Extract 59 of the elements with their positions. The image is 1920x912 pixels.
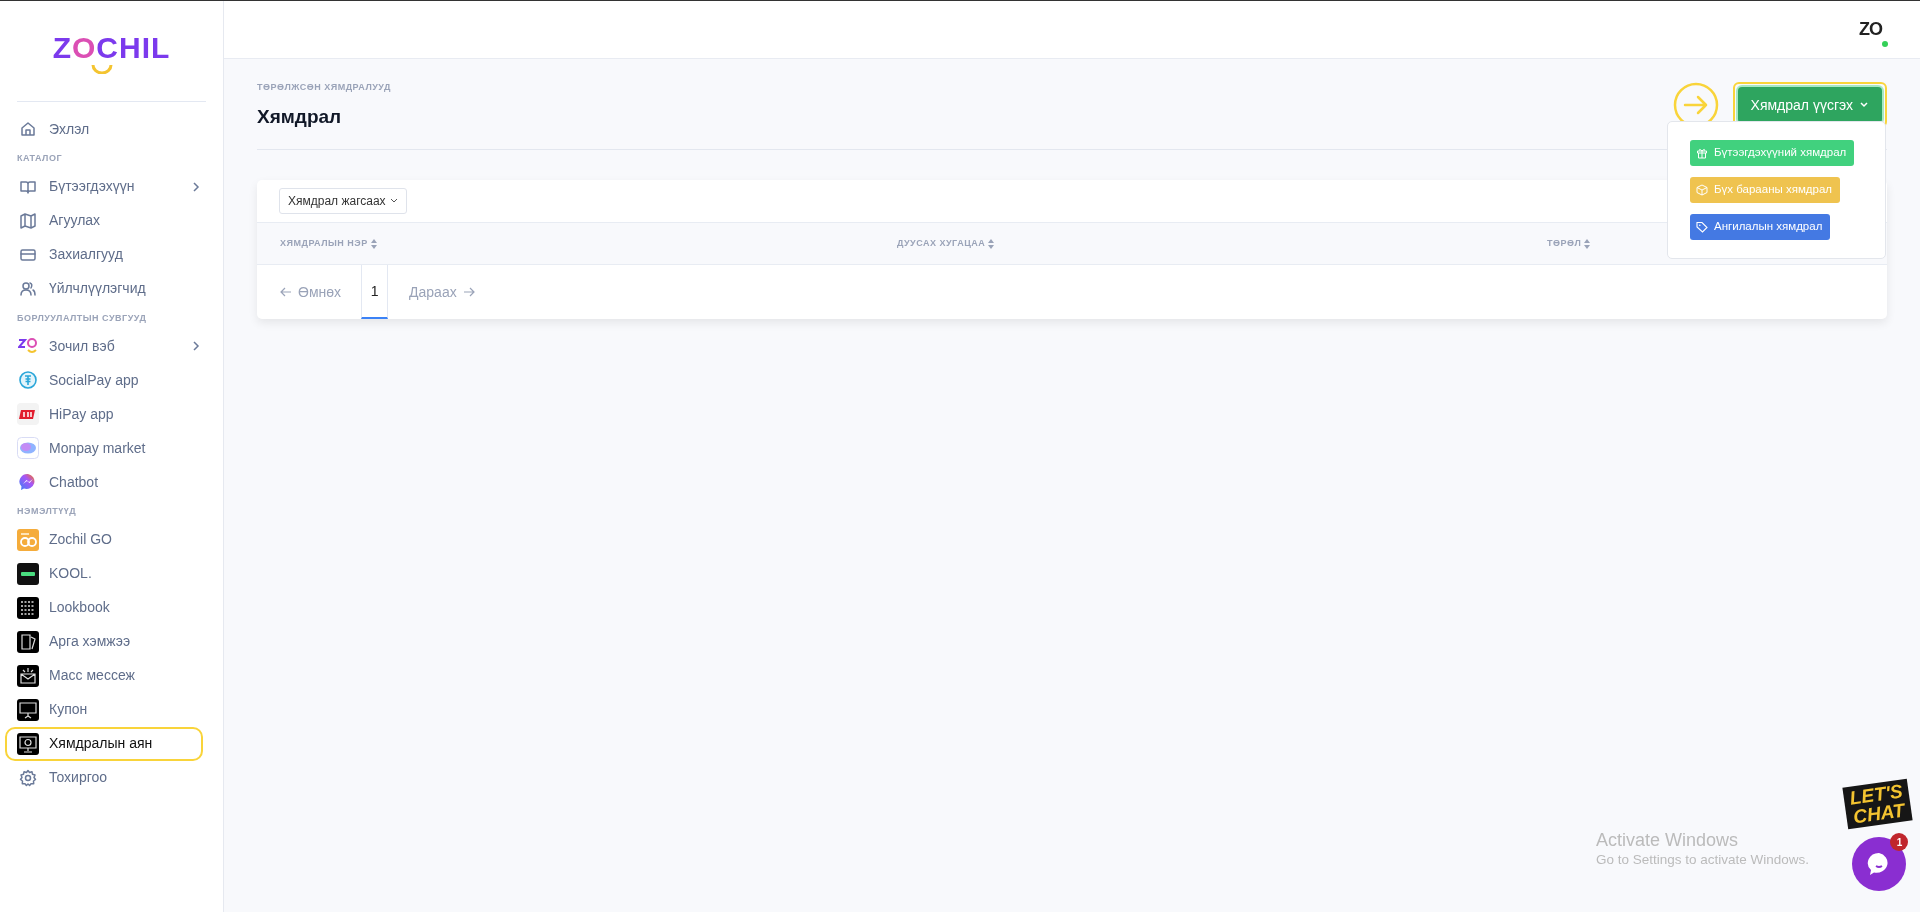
- lets-chat-sticker: LET'S CHAT: [1842, 778, 1913, 830]
- zochil-logo: ZOCHIL: [52, 32, 171, 74]
- sidebar-item[interactable]: Chatbot: [0, 465, 223, 499]
- sidebar-item[interactable]: KOOL.: [0, 556, 223, 591]
- cloud-app-icon: [17, 437, 39, 459]
- sidebar-item[interactable]: Масс мессеж: [0, 658, 223, 693]
- sidebar-item[interactable]: Monpay market: [0, 431, 223, 465]
- presentation-icon: [17, 698, 39, 721]
- dark-app-icon: [17, 562, 39, 585]
- create-discount-button[interactable]: Хямдрал үүсгэх: [1737, 87, 1882, 123]
- sidebar-item[interactable]: Zochil GO: [0, 522, 223, 557]
- sidebar-item[interactable]: Lookbook: [0, 590, 223, 625]
- hipay-app-icon: [17, 403, 39, 425]
- page-title: Хямдрал: [257, 104, 343, 129]
- sort-icon[interactable]: [1584, 238, 1591, 249]
- section-heading: КАТАЛОГ: [16, 152, 63, 165]
- sidebar-item[interactable]: Агуулах: [0, 203, 223, 238]
- settings-icon: [19, 768, 37, 787]
- page-number[interactable]: 1: [361, 265, 389, 319]
- sidebar-item[interactable]: Арга хэмжээ: [0, 624, 223, 659]
- sidebar-item[interactable]: Хямдралын аян: [0, 726, 223, 761]
- menu-option-button[interactable]: Ангилалын хямдрал: [1690, 214, 1831, 240]
- tag-icon: [1696, 221, 1708, 233]
- sidebar-item[interactable]: Эхлэл: [0, 112, 223, 146]
- account-logo[interactable]: ZO: [1859, 19, 1882, 39]
- map-icon: [19, 211, 37, 230]
- users-icon: [19, 279, 37, 298]
- section-heading: НЭМЭЛТҮҮД: [16, 505, 78, 518]
- sidebar-item[interactable]: HiPay app: [0, 397, 223, 431]
- section-heading: БОРЛУУЛАЛТЫН СУВГУУД: [16, 311, 148, 325]
- breadcrumb: ТӨРӨЛЖСӨН ХЯМДРАЛУУД: [257, 81, 391, 94]
- sort-icon[interactable]: [370, 238, 377, 249]
- filter-dropdown[interactable]: Хямдрал жагсаах: [279, 188, 407, 214]
- gift-icon: [1696, 147, 1708, 159]
- sidebar-item[interactable]: SocialPay app: [0, 363, 223, 397]
- arrow-right-icon: [462, 287, 475, 297]
- cube-icon: [1696, 184, 1708, 196]
- grid-app-icon: [17, 596, 39, 619]
- chevron-down-icon: [1859, 101, 1869, 109]
- sidebar-item[interactable]: Үйлчлүүлэгчид: [0, 271, 223, 306]
- zo-logo-icon: [18, 337, 38, 355]
- sidebar-item[interactable]: Захиалгууд: [0, 237, 223, 272]
- sort-icon[interactable]: [988, 238, 995, 249]
- activation-message: Go to Settings to activate Windows.: [1596, 851, 1810, 869]
- chat-coin-icon: [18, 370, 38, 390]
- sidebar-item[interactable]: Зочил вэб: [0, 329, 223, 363]
- glasses-app-icon: [17, 528, 39, 551]
- arrow-left-icon: [280, 287, 292, 297]
- envelope-icon: [17, 664, 39, 687]
- sidebar-item[interactable]: Тохиргоо: [0, 760, 223, 795]
- chevron-down-icon: [389, 198, 398, 204]
- home-icon: [19, 120, 37, 138]
- notification-badge: 1: [1890, 833, 1909, 851]
- monitor-icon: [17, 732, 39, 755]
- activation-title: Activate Windows: [1596, 829, 1740, 851]
- chevron-right-icon: [191, 180, 201, 193]
- chevron-right-icon: [191, 340, 201, 352]
- sidebar-item[interactable]: Бүтээгдэхүүн: [0, 169, 223, 204]
- sidebar-item[interactable]: Купон: [0, 692, 223, 727]
